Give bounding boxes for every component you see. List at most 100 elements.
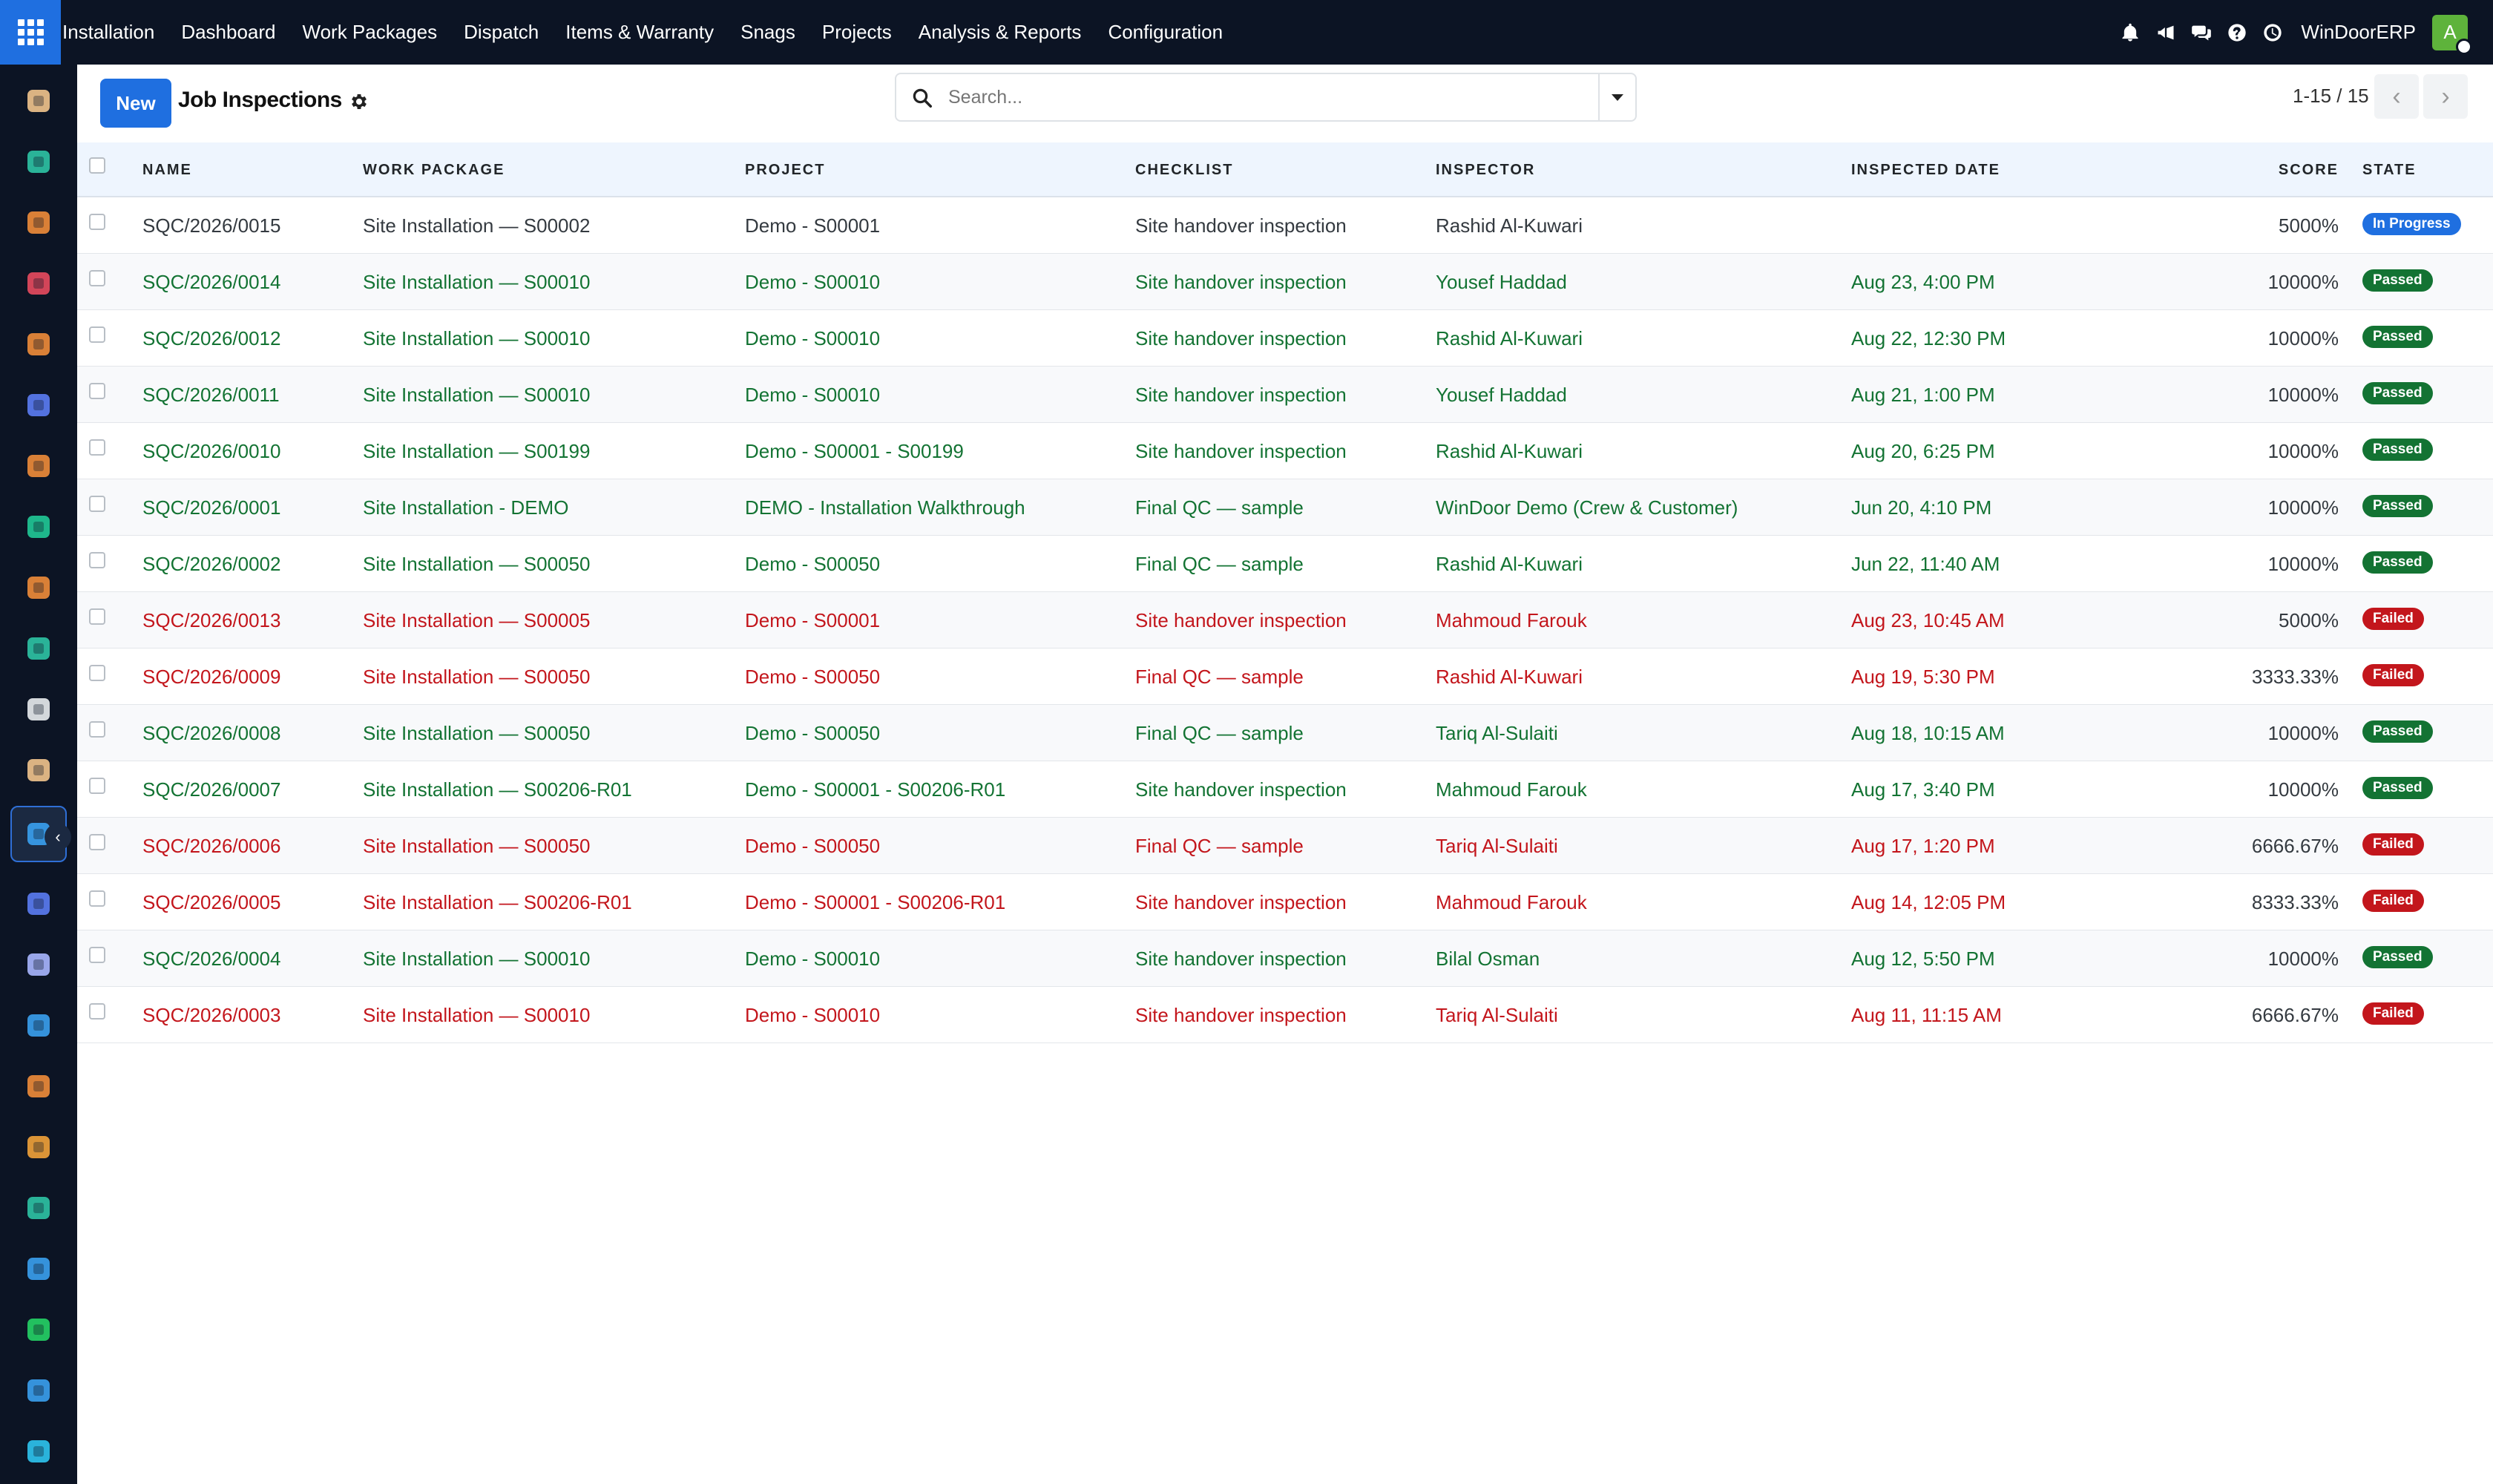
status-badge: Passed bbox=[2362, 439, 2433, 461]
sidebar-app-20[interactable] bbox=[16, 1247, 61, 1291]
app-sidebar: ‹ bbox=[0, 65, 77, 1484]
cell-work-package: Site Installation — S00206-R01 bbox=[363, 891, 632, 913]
sidebar-app-10[interactable] bbox=[16, 626, 61, 671]
column-header-inspected-date[interactable]: INSPECTED DATE bbox=[1851, 162, 2000, 179]
row-checkbox[interactable] bbox=[89, 439, 105, 456]
search-input[interactable] bbox=[948, 85, 1542, 110]
table-row[interactable]: SQC/2026/0013 Site Installation — S00005 D… bbox=[77, 592, 2493, 649]
column-header-score[interactable]: SCORE bbox=[2279, 162, 2339, 179]
sidebar-app-2[interactable] bbox=[16, 139, 61, 184]
pager-value[interactable]: 1-15 / 15 bbox=[2293, 85, 2369, 108]
gear-icon[interactable] bbox=[349, 91, 369, 112]
app-icon-10 bbox=[25, 635, 52, 662]
row-checkbox[interactable] bbox=[89, 890, 105, 907]
status-badge: Passed bbox=[2362, 720, 2433, 743]
cell-inspected-date: Aug 17, 1:20 PM bbox=[1851, 835, 1995, 857]
megaphone-icon[interactable] bbox=[2148, 0, 2184, 65]
row-checkbox[interactable] bbox=[89, 214, 105, 230]
cell-checklist: Site handover inspection bbox=[1135, 891, 1347, 913]
sidebar-app-23[interactable] bbox=[16, 1429, 61, 1474]
sidebar-app-1[interactable] bbox=[16, 79, 61, 123]
status-badge: Failed bbox=[2362, 664, 2424, 686]
menu-item-dispatch[interactable]: Dispatch bbox=[450, 0, 552, 65]
sidebar-app-6[interactable] bbox=[16, 383, 61, 427]
sidebar-app-22[interactable] bbox=[16, 1368, 61, 1413]
pager-previous-button[interactable]: ‹ bbox=[2374, 74, 2419, 119]
row-checkbox[interactable] bbox=[89, 665, 105, 681]
column-header-inspector[interactable]: INSPECTOR bbox=[1436, 162, 1535, 179]
table-row[interactable]: SQC/2026/0015 Site Installation — S00002 D… bbox=[77, 197, 2493, 254]
sidebar-app-7[interactable] bbox=[16, 444, 61, 488]
cell-score: 10000% bbox=[2267, 948, 2339, 970]
sidebar-app-4[interactable] bbox=[16, 261, 61, 306]
row-checkbox[interactable] bbox=[89, 947, 105, 963]
sidebar-app-8[interactable] bbox=[16, 505, 61, 549]
row-checkbox[interactable] bbox=[89, 496, 105, 512]
company-switcher[interactable]: WinDoorERP bbox=[2301, 21, 2416, 44]
cell-name: SQC/2026/0008 bbox=[142, 722, 281, 744]
pager-next-button[interactable]: › bbox=[2423, 74, 2468, 119]
new-button[interactable]: New bbox=[100, 79, 171, 128]
sidebar-app-15[interactable] bbox=[16, 942, 61, 987]
user-avatar[interactable]: A bbox=[2432, 14, 2472, 55]
sidebar-app-16[interactable] bbox=[16, 1003, 61, 1048]
sidebar-app-11[interactable] bbox=[16, 687, 61, 732]
status-badge: Failed bbox=[2362, 890, 2424, 912]
table-row[interactable]: SQC/2026/0006 Site Installation — S00050 D… bbox=[77, 818, 2493, 874]
table-row[interactable]: SQC/2026/0008 Site Installation — S00050 D… bbox=[77, 705, 2493, 761]
cell-work-package: Site Installation - DEMO bbox=[363, 496, 569, 519]
table-row[interactable]: SQC/2026/0001 Site Installation - DEMO DEM… bbox=[77, 479, 2493, 536]
column-header-state[interactable]: STATE bbox=[2362, 162, 2417, 179]
menu-item-items-warranty[interactable]: Items & Warranty bbox=[552, 0, 727, 65]
menu-item-snags[interactable]: Snags bbox=[727, 0, 809, 65]
sidebar-app-3[interactable] bbox=[16, 200, 61, 245]
chat-icon[interactable] bbox=[2184, 0, 2219, 65]
table-row[interactable]: SQC/2026/0014 Site Installation — S00010 D… bbox=[77, 254, 2493, 310]
menu-item-analysis-reports[interactable]: Analysis & Reports bbox=[905, 0, 1095, 65]
sidebar-app-12[interactable] bbox=[16, 748, 61, 792]
row-checkbox[interactable] bbox=[89, 1003, 105, 1020]
page-title: Job Inspections bbox=[178, 88, 342, 112]
row-checkbox[interactable] bbox=[89, 270, 105, 286]
menu-item-configuration[interactable]: Configuration bbox=[1094, 0, 1236, 65]
sidebar-app-14[interactable] bbox=[16, 881, 61, 926]
sidebar-app-17[interactable] bbox=[16, 1064, 61, 1109]
sidebar-app-19[interactable] bbox=[16, 1186, 61, 1230]
table-row[interactable]: SQC/2026/0007 Site Installation — S00206-… bbox=[77, 761, 2493, 818]
row-checkbox[interactable] bbox=[89, 552, 105, 568]
menu-item-projects[interactable]: Projects bbox=[809, 0, 905, 65]
app-name[interactable]: Installation bbox=[61, 0, 168, 65]
sidebar-app-18[interactable] bbox=[16, 1125, 61, 1169]
table-row[interactable]: SQC/2026/0012 Site Installation — S00010 D… bbox=[77, 310, 2493, 367]
select-all-checkbox[interactable] bbox=[89, 157, 105, 174]
menu-item-work-packages[interactable]: Work Packages bbox=[289, 0, 451, 65]
table-row[interactable]: SQC/2026/0004 Site Installation — S00010 D… bbox=[77, 930, 2493, 987]
row-checkbox[interactable] bbox=[89, 778, 105, 794]
table-row[interactable]: SQC/2026/0003 Site Installation — S00010 D… bbox=[77, 987, 2493, 1043]
help-icon[interactable] bbox=[2219, 0, 2255, 65]
menu-item-dashboard[interactable]: Dashboard bbox=[168, 0, 289, 65]
row-checkbox[interactable] bbox=[89, 383, 105, 399]
collapse-sidebar-button[interactable]: ‹ bbox=[45, 824, 71, 850]
bell-icon[interactable] bbox=[2112, 0, 2148, 65]
cell-project: Demo - S00001 bbox=[745, 214, 881, 237]
sidebar-app-9[interactable] bbox=[16, 565, 61, 610]
table-row[interactable]: SQC/2026/0005 Site Installation — S00206-… bbox=[77, 874, 2493, 930]
column-header-name[interactable]: NAME bbox=[142, 162, 192, 179]
table-row[interactable]: SQC/2026/0011 Site Installation — S00010 D… bbox=[77, 367, 2493, 423]
column-header-work-package[interactable]: WORK PACKAGE bbox=[363, 162, 505, 179]
table-row[interactable]: SQC/2026/0010 Site Installation — S00199 D… bbox=[77, 423, 2493, 479]
column-header-checklist[interactable]: CHECKLIST bbox=[1135, 162, 1233, 179]
sidebar-app-21[interactable] bbox=[16, 1307, 61, 1352]
row-checkbox[interactable] bbox=[89, 834, 105, 850]
table-row[interactable]: SQC/2026/0009 Site Installation — S00050 D… bbox=[77, 649, 2493, 705]
clock-icon[interactable] bbox=[2255, 0, 2290, 65]
search-options-toggle[interactable] bbox=[1598, 74, 1635, 120]
sidebar-app-5[interactable] bbox=[16, 322, 61, 367]
row-checkbox[interactable] bbox=[89, 326, 105, 343]
row-checkbox[interactable] bbox=[89, 721, 105, 738]
column-header-project[interactable]: PROJECT bbox=[745, 162, 825, 179]
table-row[interactable]: SQC/2026/0002 Site Installation — S00050 D… bbox=[77, 536, 2493, 592]
app-menu-button[interactable] bbox=[0, 0, 61, 65]
row-checkbox[interactable] bbox=[89, 608, 105, 625]
